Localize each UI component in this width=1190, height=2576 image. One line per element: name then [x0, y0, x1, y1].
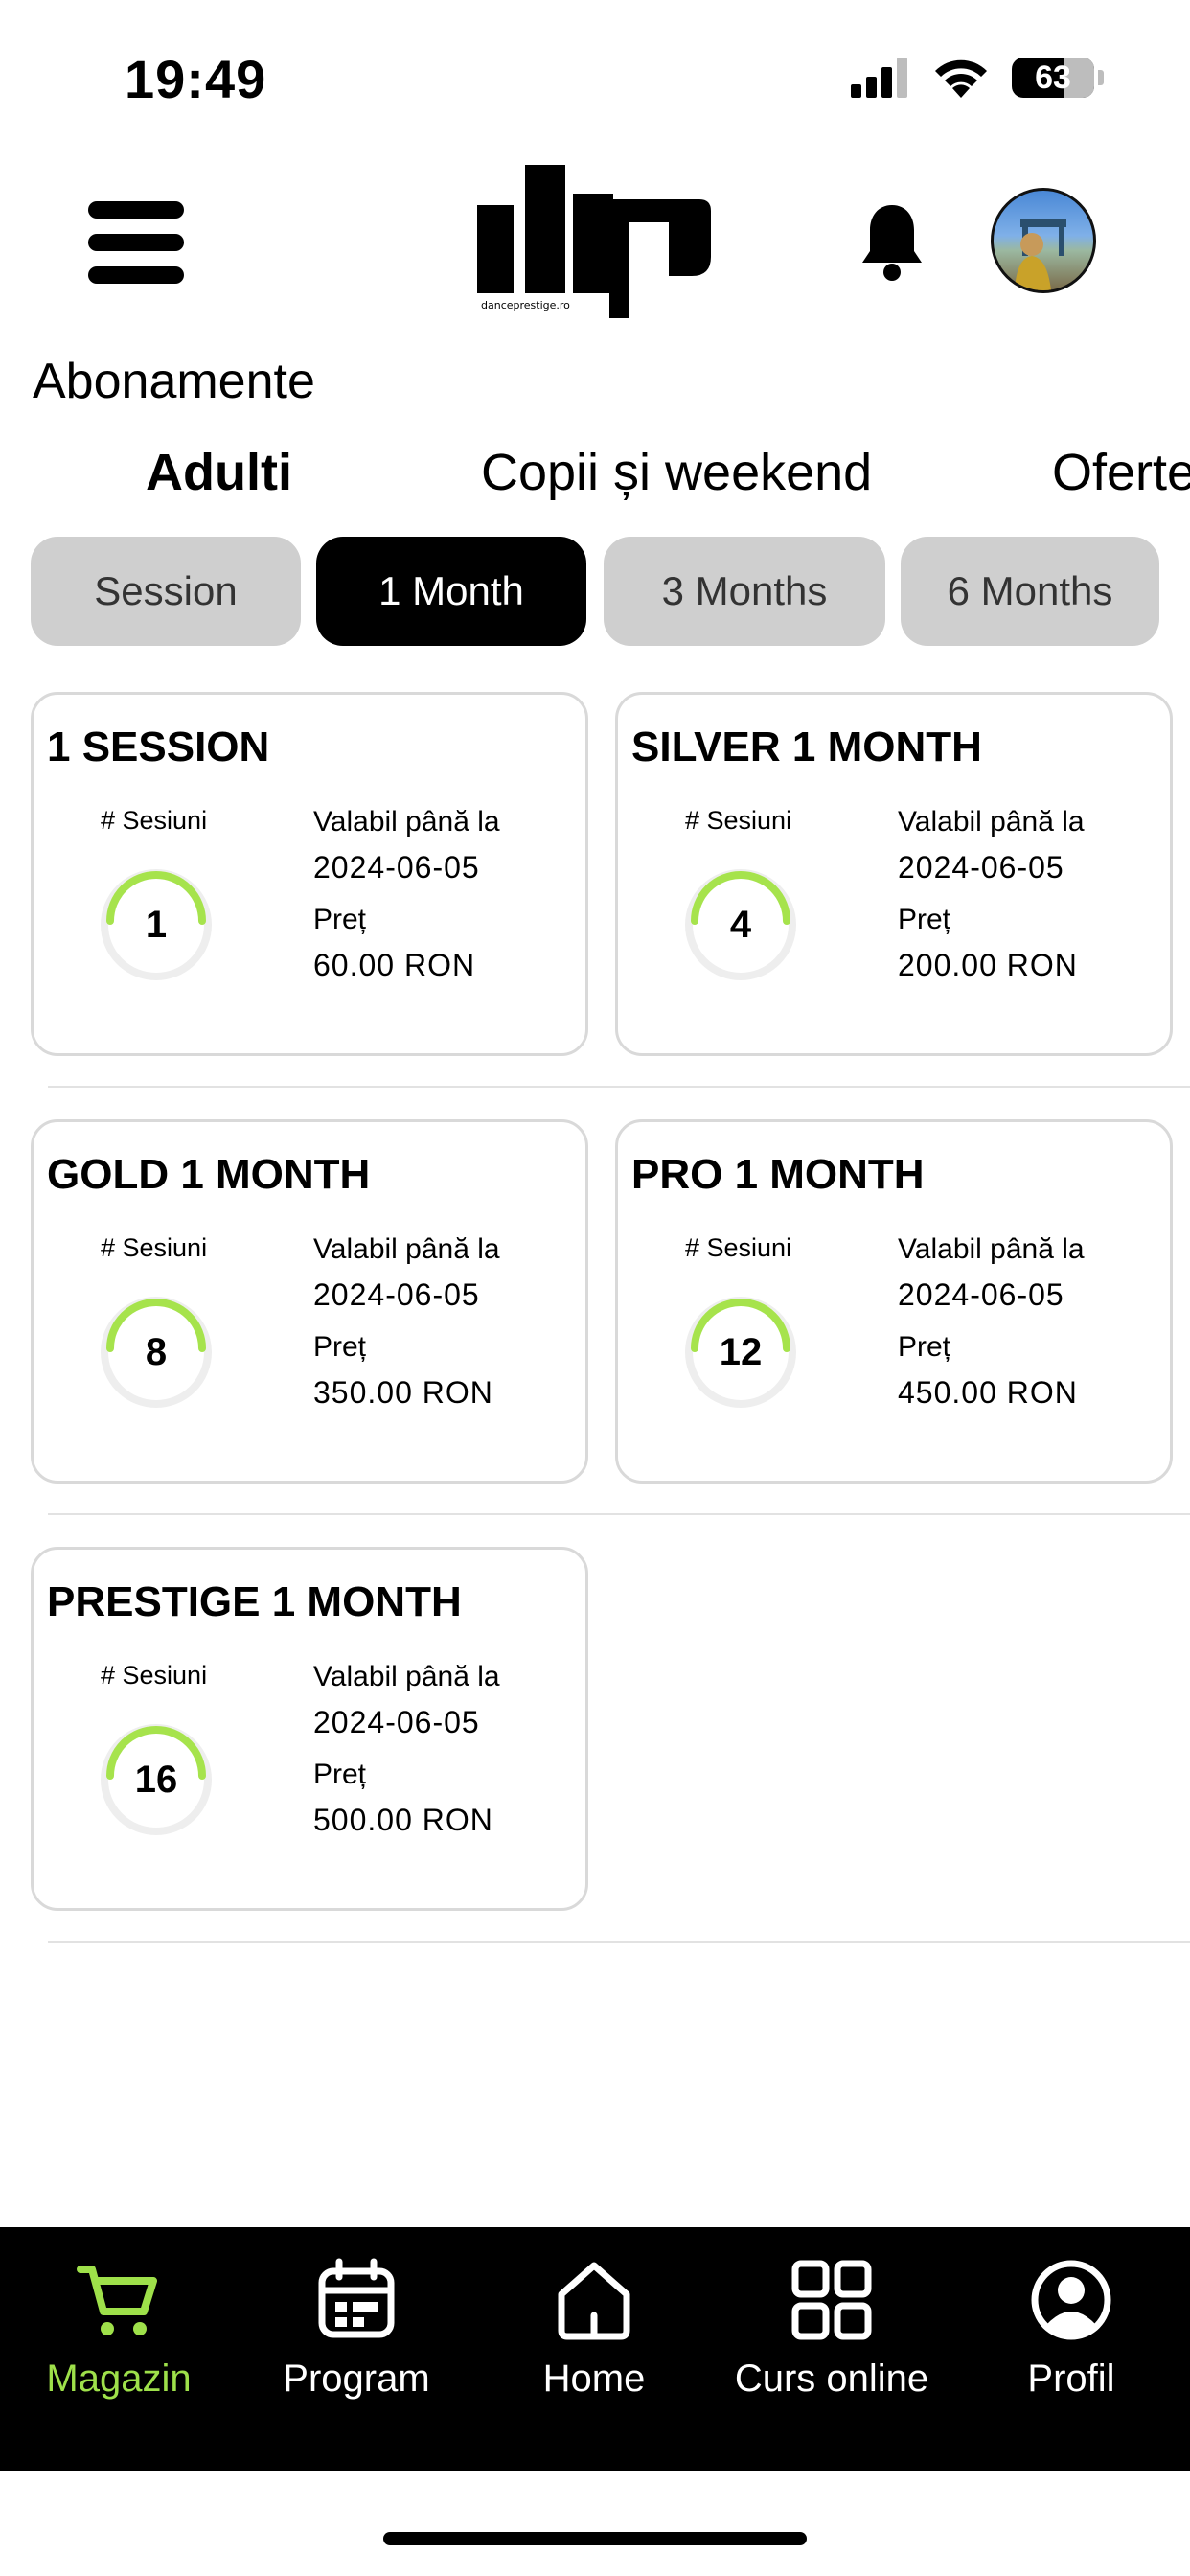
page-title: Abonamente — [33, 354, 315, 409]
cart-icon — [77, 2266, 157, 2335]
valid-label: Valabil până la — [313, 1233, 500, 1265]
valid-label: Valabil până la — [898, 806, 1085, 838]
valid-until: 2024-06-05 — [898, 1277, 1064, 1312]
app-logo: danceprestige.ro — [477, 165, 711, 320]
nav-label: Profil — [1027, 2358, 1115, 2400]
wifi-icon — [935, 59, 987, 98]
sessions-label: # Sesiuni — [685, 1233, 792, 1262]
home-indicator — [383, 2532, 807, 2545]
price-label: Preț — [313, 904, 367, 935]
price-value: 200.00 RON — [898, 948, 1078, 982]
battery-percent: 63 — [1035, 58, 1071, 96]
valid-label: Valabil până la — [313, 1661, 500, 1692]
card-title: SILVER 1 MONTH — [631, 724, 982, 770]
nav-magazin[interactable]: Magazin — [0, 2256, 238, 2401]
price-value: 500.00 RON — [313, 1803, 493, 1837]
card-title: PRESTIGE 1 MONTH — [47, 1578, 462, 1625]
cellular-signal-icon — [851, 58, 907, 98]
nav-label: Magazin — [46, 2358, 192, 2400]
nav-program[interactable]: Program — [238, 2256, 475, 2401]
period-tab-3-months[interactable]: 3 Months — [604, 537, 885, 646]
sessions-count: 16 — [134, 1758, 178, 1801]
bottom-nav: Magazin Program Home Curs online Profil — [0, 2227, 1190, 2471]
nav-label: Curs online — [734, 2358, 929, 2400]
price-label: Preț — [898, 1331, 951, 1363]
sessions-label: # Sesiuni — [101, 806, 208, 835]
nav-label: Home — [542, 2358, 646, 2400]
menu-icon[interactable] — [88, 201, 184, 284]
tab-adulti[interactable]: Adulti — [146, 443, 292, 502]
bell-icon[interactable] — [858, 201, 926, 282]
user-icon — [1031, 2260, 1111, 2340]
sessions-count: 1 — [145, 903, 168, 946]
nav-home[interactable]: Home — [475, 2256, 713, 2401]
category-tabs: Adulti Copii și weekend Oferte — [0, 443, 1190, 510]
calendar-icon — [318, 2258, 395, 2338]
status-time: 19:49 — [125, 49, 267, 109]
valid-label: Valabil până la — [898, 1233, 1085, 1265]
grid-icon — [791, 2260, 872, 2340]
home-icon — [558, 2262, 630, 2340]
tab-oferte[interactable]: Oferte — [1052, 443, 1190, 502]
price-label: Preț — [313, 1331, 367, 1363]
price-value: 350.00 RON — [313, 1375, 493, 1410]
price-value: 450.00 RON — [898, 1375, 1078, 1410]
valid-until: 2024-06-05 — [313, 850, 480, 885]
period-tab-1-month[interactable]: 1 Month — [316, 537, 586, 646]
avatar[interactable] — [991, 188, 1096, 293]
subscription-card[interactable]: PRO 1 MONTH # Sesiuni 12 Valabil până la… — [615, 1119, 1173, 1484]
valid-label: Valabil până la — [313, 806, 500, 838]
sessions-count: 12 — [719, 1330, 763, 1373]
valid-until: 2024-06-05 — [313, 1277, 480, 1312]
logo-text: danceprestige.ro — [481, 299, 570, 311]
sessions-label: # Sesiuni — [101, 1233, 208, 1262]
price-label: Preț — [898, 904, 951, 935]
nav-label: Program — [283, 2358, 430, 2400]
subscription-card[interactable]: PRESTIGE 1 MONTH # Sesiuni 16 Valabil pâ… — [31, 1547, 588, 1911]
row-divider — [48, 1941, 1190, 1943]
card-title: PRO 1 MONTH — [631, 1151, 925, 1198]
status-icons: 63 — [851, 56, 1104, 100]
card-title: GOLD 1 MONTH — [47, 1151, 371, 1198]
valid-until: 2024-06-05 — [313, 1705, 480, 1739]
price-label: Preț — [313, 1759, 367, 1790]
tab-copii-weekend[interactable]: Copii și weekend — [481, 443, 872, 502]
period-tab-session[interactable]: Session — [31, 537, 301, 646]
sessions-count: 8 — [145, 1330, 168, 1373]
period-tab-6-months[interactable]: 6 Months — [901, 537, 1159, 646]
price-value: 60.00 RON — [313, 948, 476, 982]
subscription-card[interactable]: 1 SESSION # Sesiuni 1 Valabil până la 20… — [31, 692, 588, 1056]
row-divider — [48, 1513, 1190, 1515]
nav-profil[interactable]: Profil — [952, 2256, 1190, 2401]
subscription-card[interactable]: SILVER 1 MONTH # Sesiuni 4 Valabil până … — [615, 692, 1173, 1056]
sessions-label: # Sesiuni — [685, 806, 792, 835]
sessions-label: # Sesiuni — [101, 1661, 208, 1690]
nav-curs-online[interactable]: Curs online — [713, 2256, 950, 2401]
battery-icon: 63 — [1012, 58, 1094, 98]
subscription-card[interactable]: GOLD 1 MONTH # Sesiuni 8 Valabil până la… — [31, 1119, 588, 1484]
card-title: 1 SESSION — [47, 724, 270, 770]
row-divider — [48, 1086, 1190, 1088]
sessions-count: 4 — [729, 903, 752, 946]
valid-until: 2024-06-05 — [898, 850, 1064, 885]
